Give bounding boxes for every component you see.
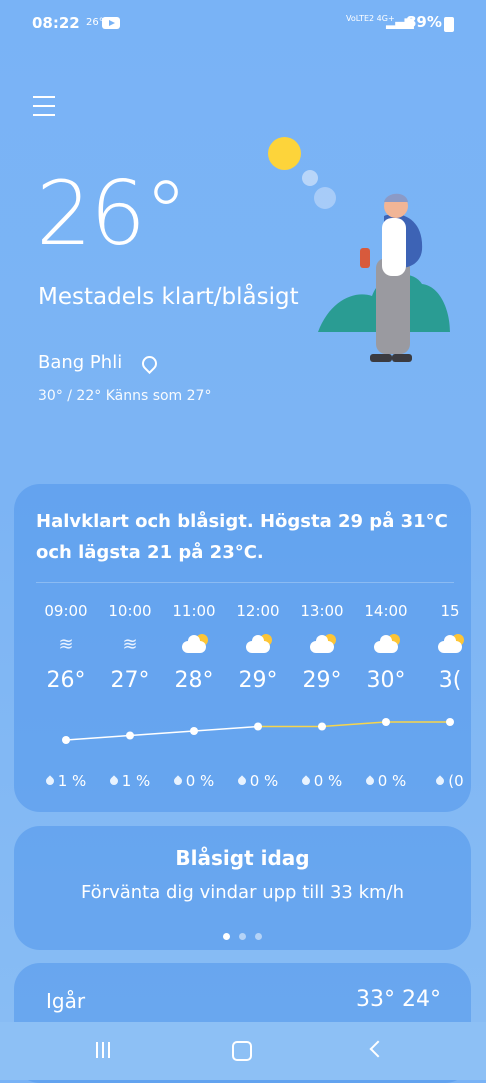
hour-column: 09:00 ≋ 26° 1 % <box>36 602 96 790</box>
raindrop-icon <box>434 775 446 787</box>
hour-temperature: 29° <box>238 668 278 693</box>
hourly-strip[interactable]: 09:00 ≋ 26° 1 % 10:00 ≋ 27° 1 % 11:00 28° 0 % 12:00… <box>14 602 471 802</box>
raindrop-icon <box>236 775 248 787</box>
temperature-trend-line <box>62 718 454 744</box>
hour-temperature: 3( <box>438 668 462 693</box>
hour-time: 14:00 <box>364 602 408 620</box>
raindrop-icon <box>108 775 120 787</box>
youtube-icon <box>102 17 120 29</box>
person-illustration <box>302 170 450 362</box>
sun-illustration <box>268 137 301 170</box>
hour-time: 12:00 <box>236 602 280 620</box>
status-bar: 08:22 26° VoLTE2 4G+ ▂▄▆ 89% <box>0 0 486 46</box>
page-indicator <box>223 925 271 944</box>
trend-segment <box>321 721 387 728</box>
battery-icon <box>444 17 454 32</box>
hour-column: 10:00 ≋ 27° 1 % <box>100 602 160 790</box>
hour-precipitation: 0 % <box>228 772 288 790</box>
trend-point <box>254 722 262 731</box>
menu-icon[interactable] <box>33 96 55 123</box>
location-name[interactable]: Bang Phli <box>38 352 122 373</box>
trend-point <box>190 727 198 735</box>
hour-temperature: 29° <box>302 668 342 693</box>
precipitation-value: 0 % <box>313 772 343 790</box>
wind-icon: ≋ <box>122 634 138 655</box>
hour-precipitation: 0 % <box>356 772 416 790</box>
hour-column: 14:00 30° 0 % <box>356 602 416 790</box>
precipitation-value: 0 % <box>249 772 279 790</box>
hour-time: 13:00 <box>300 602 344 620</box>
hour-precipitation: 1 % <box>100 772 160 790</box>
precipitation-value: 1 % <box>121 772 151 790</box>
yesterday-label: Igår <box>46 989 86 1013</box>
raindrop-icon <box>300 775 312 787</box>
precipitation-value: 0 % <box>377 772 407 790</box>
trend-segment <box>65 734 131 741</box>
hour-precipitation: (0 <box>420 772 471 790</box>
forecast-summary: Halvklart och blåsigt. Högsta 29 på 31°C… <box>36 511 448 563</box>
hour-time: 15 <box>440 602 460 620</box>
precipitation-value: 0 % <box>185 772 215 790</box>
current-condition: Mestadels klart/blåsigt <box>38 284 299 310</box>
hour-temperature: 26° <box>46 668 86 693</box>
hour-precipitation: 0 % <box>292 772 352 790</box>
hour-precipitation: 0 % <box>164 772 224 790</box>
current-temperature: 26° <box>36 162 188 265</box>
raindrop-icon <box>364 775 376 787</box>
battery-percent: 89% <box>406 13 442 31</box>
hour-temperature: 28° <box>174 668 214 693</box>
yesterday-temps: 33° 24° <box>356 987 441 1012</box>
hour-column: 12:00 29° 0 % <box>228 602 288 790</box>
hour-time: 10:00 <box>108 602 152 620</box>
hour-temperature: 30° <box>366 668 406 693</box>
trend-point <box>446 718 454 726</box>
hourly-forecast-card[interactable]: Halvklart och blåsigt. Högsta 29 på 31°C… <box>14 484 471 812</box>
wind-alert-card[interactable]: Blåsigt idag Förvänta dig vindar upp til… <box>14 826 471 950</box>
raindrop-icon <box>172 775 184 787</box>
hour-column: 15 3( (0 <box>420 602 471 790</box>
trend-point <box>62 736 70 744</box>
trend-point <box>318 722 326 731</box>
alert-subtitle: Förvänta dig vindar upp till 33 km/h <box>80 882 405 903</box>
card-divider <box>36 582 454 583</box>
trend-segment <box>193 725 259 732</box>
partly-cloudy-icon <box>292 632 352 658</box>
location-pin-icon <box>138 352 161 375</box>
partly-cloudy-icon <box>228 632 288 658</box>
hour-time: 11:00 <box>172 602 216 620</box>
hour-precipitation: 1 % <box>36 772 96 790</box>
precipitation-value: (0 <box>448 772 464 790</box>
home-button[interactable] <box>232 1041 252 1061</box>
recent-apps-button[interactable] <box>96 1042 114 1060</box>
hour-column: 11:00 28° 0 % <box>164 602 224 790</box>
trend-segment <box>129 730 195 737</box>
wind-icon: ≋ <box>58 634 74 655</box>
alert-title: Blåsigt idag <box>175 846 310 870</box>
trend-point <box>382 718 390 726</box>
temperature-range: 30° / 22° Känns som 27° <box>38 388 212 404</box>
hour-column: 13:00 29° 0 % <box>292 602 352 790</box>
partly-cloudy-icon <box>420 632 471 658</box>
status-time: 08:22 <box>32 14 80 32</box>
partly-cloudy-icon <box>356 632 416 658</box>
hour-time: 09:00 <box>44 602 88 620</box>
trend-point <box>126 731 134 740</box>
partly-cloudy-icon <box>164 632 224 658</box>
hour-temperature: 27° <box>110 668 150 693</box>
precipitation-value: 1 % <box>57 772 87 790</box>
raindrop-icon <box>44 775 56 787</box>
